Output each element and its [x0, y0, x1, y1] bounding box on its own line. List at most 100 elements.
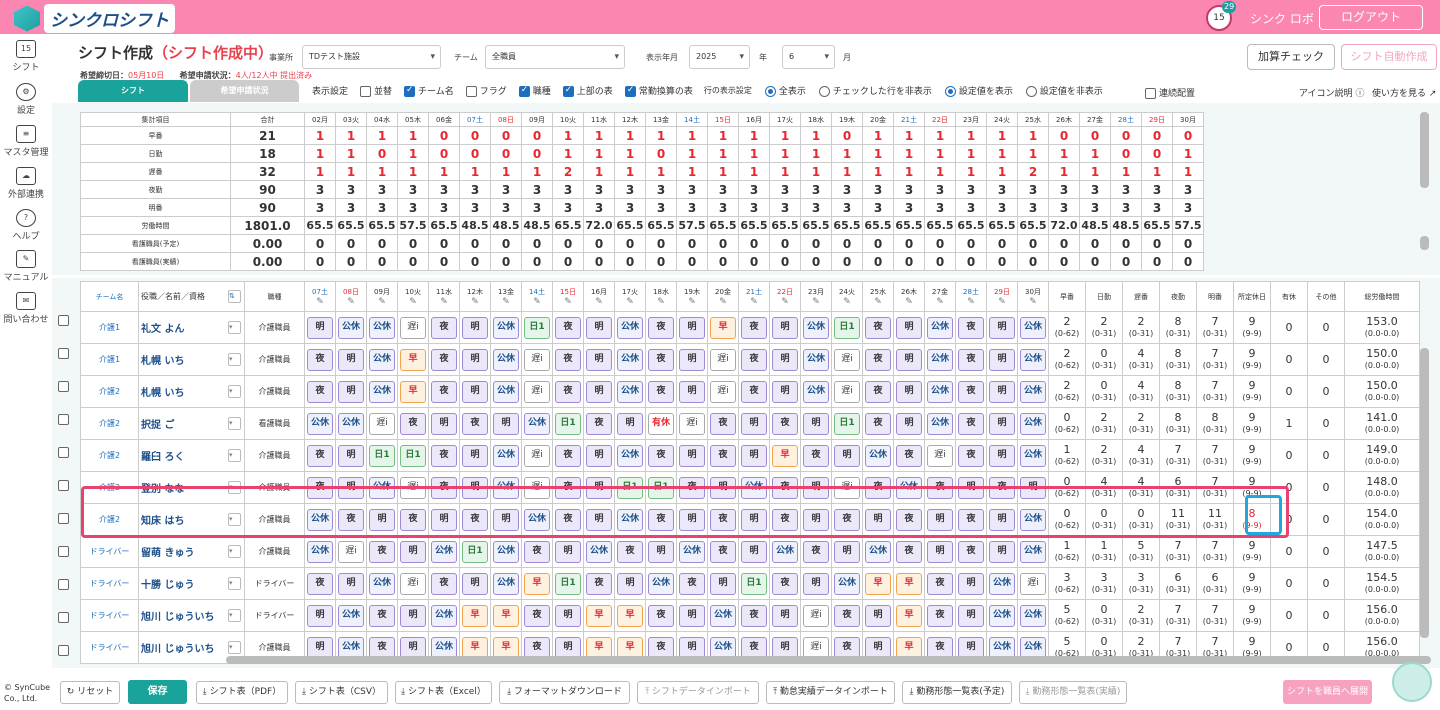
- day-header[interactable]: 10火 ✎: [397, 281, 429, 312]
- team-select[interactable]: 全職員: [485, 45, 625, 69]
- shift-chip[interactable]: 明: [338, 380, 364, 403]
- shift-cell[interactable]: 夜: [800, 535, 832, 568]
- shift-cell[interactable]: 明: [707, 567, 739, 600]
- chevron-down-icon[interactable]: ▾: [228, 449, 241, 462]
- shift-chip[interactable]: 公休: [586, 540, 612, 563]
- shift-cell[interactable]: 夜: [428, 343, 460, 376]
- shift-cell[interactable]: 明: [397, 535, 429, 568]
- shift-cell[interactable]: 明: [583, 311, 615, 344]
- shift-chip[interactable]: 夜: [431, 316, 457, 339]
- shift-cell[interactable]: 夜: [738, 375, 770, 408]
- shift-cell[interactable]: 明: [397, 599, 429, 632]
- pencil-icon[interactable]: ✎: [305, 297, 335, 307]
- shift-chip[interactable]: 日1: [369, 444, 395, 467]
- shift-chip[interactable]: 夜: [958, 348, 984, 371]
- staff-name-cell[interactable]: 十勝 じゅう ▾: [138, 567, 245, 600]
- shift-cell[interactable]: 早: [769, 439, 801, 472]
- shift-cell[interactable]: 日1: [397, 439, 429, 472]
- shift-cell[interactable]: 明: [676, 375, 708, 408]
- shift-chip[interactable]: 明: [896, 348, 922, 371]
- shift-cell[interactable]: 夜: [428, 439, 460, 472]
- shift-chip[interactable]: 遅i: [400, 572, 426, 595]
- shift-chip[interactable]: 夜: [710, 444, 736, 467]
- shift-cell[interactable]: 公休: [490, 535, 522, 568]
- shift-chip[interactable]: 公休: [679, 540, 705, 563]
- shift-chip[interactable]: 公休: [927, 348, 953, 371]
- shift-chip[interactable]: 明: [400, 604, 426, 627]
- shift-cell[interactable]: 公休: [428, 535, 460, 568]
- shift-chip[interactable]: 公休: [1020, 412, 1046, 435]
- how-to-link[interactable]: 使い方を見る ↗: [1372, 86, 1436, 99]
- shift-chip[interactable]: 夜: [741, 604, 767, 627]
- shift-cell[interactable]: 明: [738, 439, 770, 472]
- shift-chip[interactable]: 明: [741, 540, 767, 563]
- shift-cell[interactable]: 公休: [583, 535, 615, 568]
- day-header[interactable]: 08日 ✎: [335, 281, 367, 312]
- shift-chip[interactable]: 夜: [586, 572, 612, 595]
- shift-cell[interactable]: 明: [459, 375, 491, 408]
- shift-cell[interactable]: 公休: [800, 311, 832, 344]
- staff-name-cell[interactable]: 留萌 きゅう ▾: [138, 535, 245, 568]
- shift-chip[interactable]: 公休: [803, 348, 829, 371]
- shift-chip[interactable]: 公休: [307, 412, 333, 435]
- shift-chip[interactable]: 夜: [431, 444, 457, 467]
- shift-cell[interactable]: 公休: [924, 375, 956, 408]
- shift-chip[interactable]: 夜: [369, 604, 395, 627]
- shift-chip[interactable]: 遅i: [834, 348, 860, 371]
- shift-cell[interactable]: 明: [459, 439, 491, 472]
- shift-cell[interactable]: 明: [583, 343, 615, 376]
- shift-cell[interactable]: 夜: [738, 311, 770, 344]
- display-checkbox[interactable]: [518, 85, 530, 97]
- shift-chip[interactable]: 公休: [493, 380, 519, 403]
- shift-cell[interactable]: 夜: [769, 407, 801, 440]
- shift-chip[interactable]: 夜: [865, 316, 891, 339]
- shift-cell[interactable]: 遅i: [397, 311, 429, 344]
- shift-cell[interactable]: 明: [614, 567, 646, 600]
- shift-chip[interactable]: 日1: [524, 316, 550, 339]
- shift-chip[interactable]: 公休: [431, 540, 457, 563]
- day-header[interactable]: 12木 ✎: [459, 281, 491, 312]
- pencil-icon[interactable]: ✎: [956, 297, 986, 307]
- consecutive-toggle[interactable]: 連続配置: [1145, 86, 1195, 99]
- shift-chip[interactable]: 夜: [555, 348, 581, 371]
- display-option[interactable]: フラグ: [465, 84, 507, 97]
- shift-chip[interactable]: 明: [896, 380, 922, 403]
- row-checkbox[interactable]: [58, 348, 69, 359]
- shift-chip[interactable]: 遅i: [1020, 572, 1046, 595]
- shift-cell[interactable]: 明: [986, 311, 1018, 344]
- shift-cell[interactable]: 夜: [955, 407, 987, 440]
- pencil-icon[interactable]: ✎: [584, 297, 614, 307]
- shift-cell[interactable]: 早: [583, 599, 615, 632]
- shift-cell[interactable]: 公休: [986, 599, 1018, 632]
- sidebar-item-5[interactable]: ✎ マニュアル: [0, 250, 52, 283]
- shift-cell[interactable]: 日1: [831, 311, 863, 344]
- shift-cell[interactable]: 公休: [986, 567, 1018, 600]
- row-checkbox[interactable]: [58, 447, 69, 458]
- shift-cell[interactable]: 公休: [1017, 375, 1049, 408]
- row-checkbox[interactable]: [58, 315, 69, 326]
- pencil-icon[interactable]: ✎: [987, 297, 1017, 307]
- shift-chip[interactable]: 公休: [369, 380, 395, 403]
- shift-cell[interactable]: 日1: [831, 407, 863, 440]
- shift-chip[interactable]: 公休: [369, 572, 395, 595]
- shift-cell[interactable]: 公休: [490, 311, 522, 344]
- shift-chip[interactable]: 明: [989, 380, 1015, 403]
- shift-cell[interactable]: 明: [862, 599, 894, 632]
- shift-chip[interactable]: 遅i: [803, 604, 829, 627]
- export-excel-button[interactable]: ⤓ シフト表（Excel）: [395, 681, 492, 704]
- row-checkbox[interactable]: [58, 480, 69, 491]
- shift-chip[interactable]: 明: [493, 412, 519, 435]
- display-checkbox[interactable]: [360, 86, 372, 97]
- sidebar-item-6[interactable]: ✉ 問い合わせ: [0, 292, 52, 325]
- shift-chip[interactable]: 公休: [1020, 540, 1046, 563]
- shift-chip[interactable]: 夜: [710, 540, 736, 563]
- shift-chip[interactable]: 公休: [493, 348, 519, 371]
- reset-button[interactable]: ↻ リセット: [60, 681, 120, 704]
- shift-cell[interactable]: 夜: [552, 439, 584, 472]
- vertical-scrollbar[interactable]: [1420, 348, 1429, 638]
- shift-cell[interactable]: 夜: [583, 407, 615, 440]
- shift-cell[interactable]: 公休: [335, 311, 367, 344]
- shift-chip[interactable]: 公休: [772, 540, 798, 563]
- pencil-icon[interactable]: ✎: [553, 297, 583, 307]
- pencil-icon[interactable]: ✎: [522, 297, 552, 307]
